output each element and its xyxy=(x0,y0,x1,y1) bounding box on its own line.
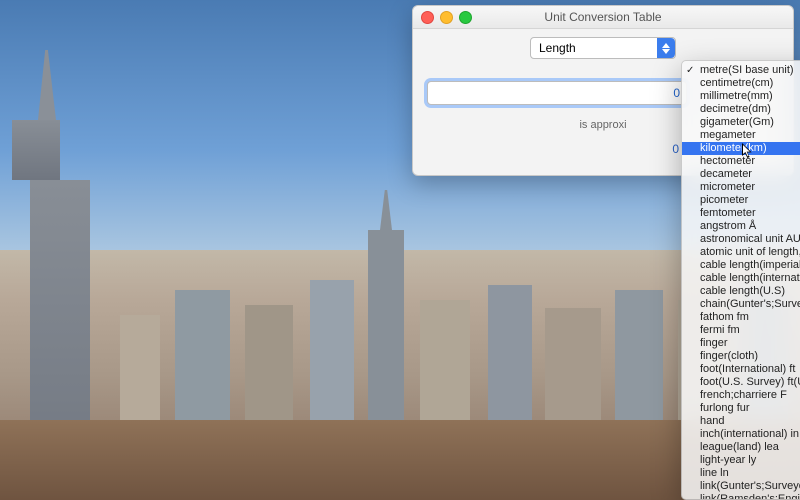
unit-option[interactable]: angstrom Å xyxy=(682,220,800,233)
unit-option[interactable]: cable length(international) xyxy=(682,272,800,285)
input-value-field[interactable]: 0 xyxy=(427,81,687,105)
unit-option[interactable]: centimetre(cm) xyxy=(682,77,800,90)
output-value-field: 0 xyxy=(427,139,685,159)
input-value: 0 xyxy=(673,86,680,100)
unit-option[interactable]: french;charriere F xyxy=(682,389,800,402)
unit-option[interactable]: fathom fm xyxy=(682,311,800,324)
unit-option[interactable]: link(Ramsden's;Engineer's) lnk xyxy=(682,493,800,500)
unit-option[interactable]: hand xyxy=(682,415,800,428)
unit-option[interactable]: finger(cloth) xyxy=(682,350,800,363)
updown-icon xyxy=(657,38,675,58)
unit-option[interactable]: decimetre(dm) xyxy=(682,103,800,116)
unit-option[interactable]: chain(Gunter's;Surveyor's) ch xyxy=(682,298,800,311)
unit-option[interactable]: micrometer xyxy=(682,181,800,194)
output-value: 0 xyxy=(672,142,679,156)
unit-option[interactable]: cable length(imperial) xyxy=(682,259,800,272)
unit-option[interactable]: finger xyxy=(682,337,800,350)
wallpaper-foreground xyxy=(0,420,800,500)
unit-option[interactable]: gigameter(Gm) xyxy=(682,116,800,129)
unit-option[interactable]: metre(SI base unit) xyxy=(682,64,800,77)
unit-option[interactable]: light-year ly xyxy=(682,454,800,467)
unit-option[interactable]: foot(International) ft xyxy=(682,363,800,376)
unit-option[interactable]: foot(U.S. Survey) ft(US) xyxy=(682,376,800,389)
minimize-icon[interactable] xyxy=(440,11,453,24)
close-icon[interactable] xyxy=(421,11,434,24)
unit-option[interactable]: decameter xyxy=(682,168,800,181)
unit-option[interactable]: hectometer xyxy=(682,155,800,168)
unit-option[interactable]: picometer xyxy=(682,194,800,207)
unit-option[interactable]: link(Gunter's;Surveyor's) lnk xyxy=(682,480,800,493)
unit-option[interactable]: megameter xyxy=(682,129,800,142)
unit-option[interactable]: furlong fur xyxy=(682,402,800,415)
zoom-icon[interactable] xyxy=(459,11,472,24)
unit-option[interactable]: fermi fm xyxy=(682,324,800,337)
category-select[interactable]: Length xyxy=(530,37,676,59)
unit-option[interactable]: cable length(U.S) xyxy=(682,285,800,298)
window-controls xyxy=(421,11,472,24)
unit-option[interactable]: millimetre(mm) xyxy=(682,90,800,103)
unit-option[interactable]: inch(international) in xyxy=(682,428,800,441)
unit-option[interactable]: astronomical unit AU xyxy=(682,233,800,246)
unit-option[interactable]: league(land) lea xyxy=(682,441,800,454)
window-titlebar[interactable]: Unit Conversion Table xyxy=(413,6,793,29)
unit-option[interactable]: femtometer xyxy=(682,207,800,220)
category-select-label: Length xyxy=(539,41,576,55)
unit-option[interactable]: atomic unit of length,bohr xyxy=(682,246,800,259)
unit-option[interactable]: kilometer(km) xyxy=(682,142,800,155)
unit-dropdown-menu[interactable]: metre(SI base unit)centimetre(cm)millime… xyxy=(681,60,800,500)
unit-option[interactable]: line ln xyxy=(682,467,800,480)
